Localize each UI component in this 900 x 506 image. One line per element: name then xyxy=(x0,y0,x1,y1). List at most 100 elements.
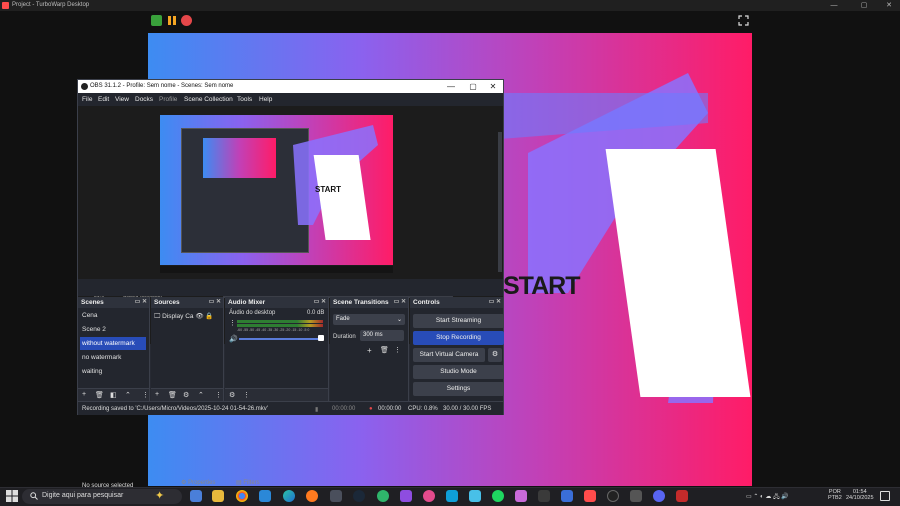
dock-undock-icon[interactable]: ▭ ✕ xyxy=(209,298,221,305)
start-streaming-button[interactable]: Start Streaming xyxy=(413,314,504,328)
green-flag-button[interactable] xyxy=(151,15,162,26)
edge-icon[interactable] xyxy=(283,490,295,502)
add-source-button[interactable]: + xyxy=(155,391,159,398)
meter-scale: -60 -55 -50 -45 -40 -35 -30 -25 -20 -15 … xyxy=(237,328,310,332)
preview-scrollbar[interactable] xyxy=(498,132,502,272)
mail-icon[interactable] xyxy=(259,490,271,502)
dock-undock-icon[interactable]: ▭ ✕ xyxy=(394,298,406,305)
menu-file[interactable]: File xyxy=(82,96,92,103)
transition-select[interactable]: Fade ⌄ xyxy=(333,314,405,325)
sparkle-icon[interactable]: ✦ xyxy=(155,489,164,502)
app-icon-8[interactable] xyxy=(538,490,550,502)
mixer-menu-icon[interactable]: ⋮ xyxy=(243,391,250,399)
menu-help[interactable]: Help xyxy=(259,96,272,103)
chevron-down-icon: ⌄ xyxy=(396,317,402,323)
stop-recording-button[interactable]: Stop Recording xyxy=(413,331,504,345)
properties-button[interactable]: ⚙ Properties xyxy=(181,479,215,486)
scene-item-cena[interactable]: Cena xyxy=(80,309,146,322)
dock-undock-icon[interactable]: ▭ ✕ xyxy=(314,298,326,305)
speaker-icon[interactable]: 🔊 xyxy=(229,335,238,343)
dock-undock-icon[interactable]: ▭ ✕ xyxy=(489,298,501,305)
app-icon-2[interactable] xyxy=(400,490,412,502)
close-button[interactable]: ✕ xyxy=(878,0,900,11)
duration-value: 300 ms xyxy=(363,332,383,338)
start-virtual-camera-button[interactable]: Start Virtual Camera xyxy=(413,348,485,362)
menu-docks[interactable]: Docks xyxy=(135,96,153,103)
app-icon-5[interactable] xyxy=(469,490,481,502)
menu-tools[interactable]: Tools xyxy=(237,96,252,103)
pause-button[interactable] xyxy=(167,15,177,26)
search-icon xyxy=(30,492,38,500)
add-transition-button[interactable]: + xyxy=(367,346,372,355)
minimize-button[interactable]: — xyxy=(823,0,845,11)
app-icon-4[interactable] xyxy=(446,490,458,502)
volume-slider-handle[interactable] xyxy=(318,335,324,341)
firefox-icon[interactable] xyxy=(306,490,318,502)
transition-more-icon[interactable]: ⋮ xyxy=(394,346,401,354)
fps-counter: 30.00 / 30.00 FPS xyxy=(443,406,492,412)
discord-icon[interactable] xyxy=(653,490,665,502)
app-icon-6[interactable] xyxy=(492,490,504,502)
duration-stepper[interactable]: 300 ms xyxy=(360,330,404,341)
chrome-icon[interactable] xyxy=(236,490,248,502)
app-icon-9[interactable] xyxy=(561,490,573,502)
copilot-icon[interactable] xyxy=(190,490,202,502)
move-source-up-icon[interactable]: ⌃ xyxy=(198,391,204,399)
source-properties-icon[interactable]: ⚙ xyxy=(183,391,189,399)
studio-mode-button[interactable]: Studio Mode xyxy=(413,365,504,379)
app-icon-11[interactable] xyxy=(676,490,688,502)
scenes-dock: Scenes ▭ ✕ Cena Scene 2 without watermar… xyxy=(78,297,150,401)
filters-button[interactable]: ▤ Filters xyxy=(236,479,260,486)
obs-minimize-button[interactable]: — xyxy=(441,80,461,93)
scene-item-without-watermark[interactable]: without watermark xyxy=(80,337,146,350)
scene-item-scene-2[interactable]: Scene 2 xyxy=(80,323,146,336)
windows-start-icon[interactable] xyxy=(6,490,18,502)
app-icon-3[interactable] xyxy=(423,490,435,502)
file-explorer-icon[interactable] xyxy=(212,490,224,502)
scene-more-icon[interactable]: ⋮ xyxy=(142,391,149,399)
virtual-camera-gear-icon[interactable]: ⚙ xyxy=(488,348,502,362)
record-time: 00:00:00 xyxy=(378,406,402,412)
menu-scene-collection[interactable]: Scene Collection xyxy=(184,96,233,103)
app-icon-10[interactable] xyxy=(630,490,642,502)
language-indicator[interactable]: POR PTB2 xyxy=(828,489,842,501)
scene-item-no-watermark[interactable]: no watermark xyxy=(80,351,146,364)
remove-scene-icon[interactable]: 🗑 xyxy=(95,391,104,399)
source-more-icon[interactable]: ⋮ xyxy=(215,391,222,399)
mixer-more-icon[interactable]: ⋮ xyxy=(229,319,236,327)
scene-filters-icon[interactable]: ◧ xyxy=(110,391,117,399)
visibility-eye-icon[interactable]: 👁 xyxy=(195,313,203,320)
notification-icon[interactable] xyxy=(880,491,890,501)
menu-view[interactable]: View xyxy=(115,96,129,103)
obs-maximize-button[interactable]: ▢ xyxy=(463,80,483,93)
volume-slider[interactable] xyxy=(239,338,321,340)
settings-button[interactable]: Settings xyxy=(413,382,504,396)
maximize-button[interactable]: ▢ xyxy=(853,0,875,11)
fullscreen-icon[interactable] xyxy=(738,15,749,26)
remove-source-icon[interactable]: 🗑 xyxy=(168,391,177,399)
add-scene-button[interactable]: + xyxy=(82,391,86,398)
stop-button[interactable] xyxy=(181,15,192,26)
app-icon-1[interactable] xyxy=(330,490,342,502)
remove-transition-icon[interactable]: 🗑 xyxy=(380,346,389,354)
system-clock[interactable]: 01:54 24/10/2025 xyxy=(846,489,874,501)
menu-edit[interactable]: Edit xyxy=(98,96,109,103)
mixer-toolbar: ⚙ ⋮ xyxy=(225,388,328,401)
obs-close-button[interactable]: ✕ xyxy=(483,80,503,93)
mixer-settings-icon[interactable]: ⚙ xyxy=(229,391,235,399)
turbowarp-taskbar-icon[interactable] xyxy=(584,490,596,502)
steam-icon[interactable] xyxy=(353,490,365,502)
preview-start-text: START xyxy=(315,185,342,194)
scene-item-waiting[interactable]: waiting xyxy=(80,365,146,378)
menu-profile[interactable]: Profile xyxy=(159,96,177,103)
dock-undock-icon[interactable]: ▭ ✕ xyxy=(135,298,147,305)
search-placeholder: Digite aqui para pesquisar xyxy=(42,492,124,499)
obs-taskbar-icon[interactable] xyxy=(607,490,619,502)
source-item-display[interactable]: 🖵 Display Ca 👁 🔒 xyxy=(154,312,214,321)
lock-icon[interactable]: 🔒 xyxy=(205,313,213,320)
whatsapp-icon[interactable] xyxy=(377,490,389,502)
tray-icons[interactable]: ▭ ⌃ ◐ ☁ 🖧 🔊 xyxy=(746,492,789,502)
app-icon-7[interactable] xyxy=(515,490,527,502)
move-up-icon[interactable]: ⌃ xyxy=(125,391,131,399)
recording-saved-message: Recording saved to 'C:/Users/Micro/Video… xyxy=(82,406,268,412)
